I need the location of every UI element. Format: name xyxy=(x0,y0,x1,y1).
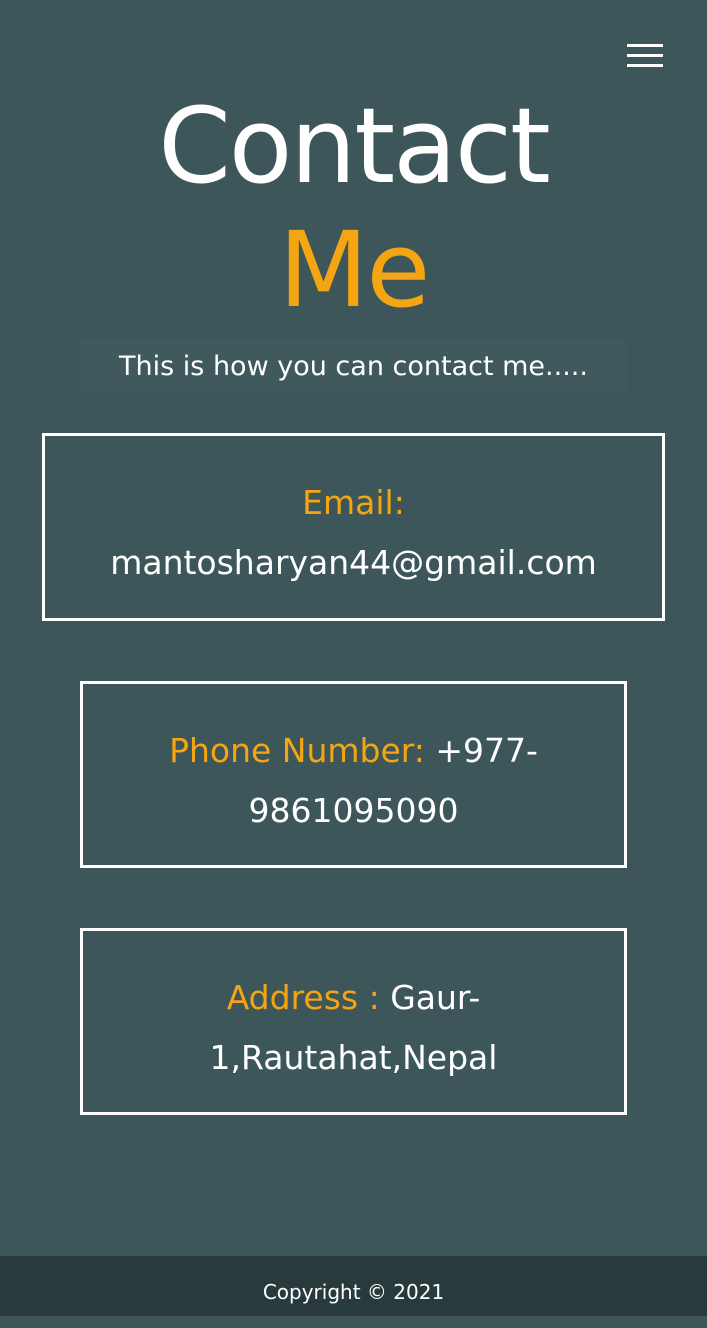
footer: Copyright © 2021 xyxy=(0,1256,707,1316)
hamburger-menu-icon[interactable] xyxy=(627,43,663,69)
phone-label: Phone Number: xyxy=(169,731,425,770)
menu-bar xyxy=(627,64,663,67)
address-label: Address : xyxy=(226,978,380,1017)
address-value-part2: 1,Rautahat,Nepal xyxy=(209,1038,498,1077)
page-title-line2: Me xyxy=(278,209,431,331)
address-card: Address : Gaur- 1,Rautahat,Nepal xyxy=(80,928,627,1115)
page-title: Contact Me xyxy=(0,84,707,332)
phone-line1: Phone Number: +977- xyxy=(83,721,624,781)
phone-value-part2: 9861095090 xyxy=(248,791,459,830)
address-value-part1: Gaur- xyxy=(390,978,481,1017)
email-value: mantosharyan44@gmail.com xyxy=(110,543,597,582)
email-label: Email: xyxy=(302,483,405,522)
phone-value-part1: +977- xyxy=(435,731,538,770)
phone-card: Phone Number: +977- 9861095090 xyxy=(80,681,627,868)
menu-bar xyxy=(627,54,663,57)
address-line1: Address : Gaur- xyxy=(83,968,624,1028)
copyright-text: Copyright © 2021 xyxy=(262,1280,445,1304)
page-title-line1: Contact xyxy=(158,85,551,207)
menu-bar xyxy=(627,44,663,47)
page-subtitle: This is how you can contact me..... xyxy=(80,340,627,393)
email-card: Email: mantosharyan44@gmail.com xyxy=(42,433,665,621)
